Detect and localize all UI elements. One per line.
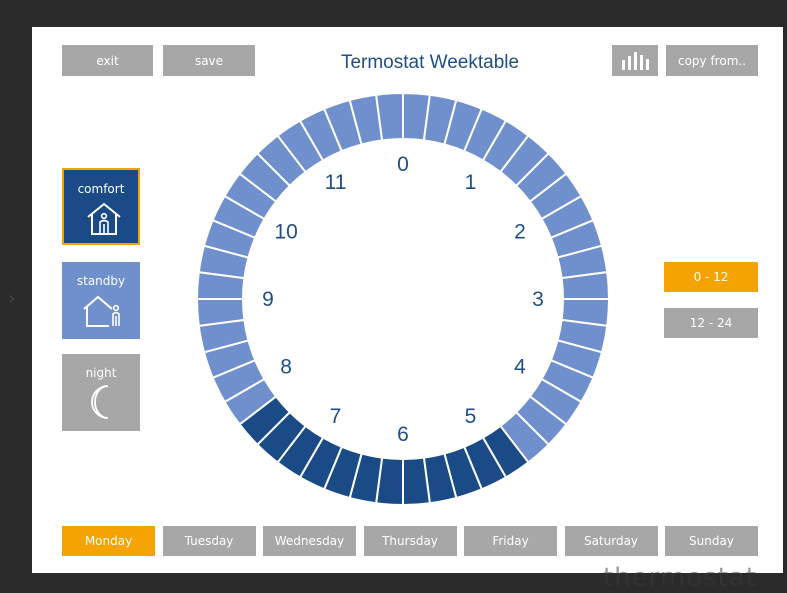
night-label: night (85, 366, 117, 380)
day-button-monday[interactable]: Monday (62, 526, 155, 556)
watermark: thermostat (602, 563, 757, 593)
day-button-sunday[interactable]: Sunday (665, 526, 758, 556)
night-mode-button[interactable]: night (62, 354, 140, 431)
bar-chart-icon (622, 51, 649, 70)
house-person-icon (87, 202, 121, 235)
exit-button[interactable]: exit (62, 45, 153, 76)
copy-from-button[interactable]: copy from.. (666, 45, 758, 76)
day-button-friday[interactable]: Friday (464, 526, 557, 556)
comfort-label: comfort (77, 182, 125, 196)
moon-icon (91, 385, 109, 419)
range-12-24-button[interactable]: 12 - 24 (664, 308, 758, 338)
day-button-saturday[interactable]: Saturday (564, 526, 658, 556)
house-away-icon (83, 295, 120, 327)
standby-mode-button[interactable]: standby (62, 262, 140, 339)
comfort-mode-button[interactable]: comfort (62, 168, 140, 245)
page-title: Termostat Weektable (340, 52, 520, 73)
side-arrow-icon: › (8, 288, 16, 309)
range-0-12-button[interactable]: 0 - 12 (664, 262, 758, 292)
chart-view-button[interactable] (612, 45, 658, 76)
day-button-wednesday[interactable]: Wednesday (263, 526, 356, 556)
standby-label: standby (76, 274, 126, 288)
day-button-tuesday[interactable]: Tuesday (162, 526, 256, 556)
day-button-thursday[interactable]: Thursday (363, 526, 457, 556)
save-button[interactable]: save (163, 45, 255, 76)
